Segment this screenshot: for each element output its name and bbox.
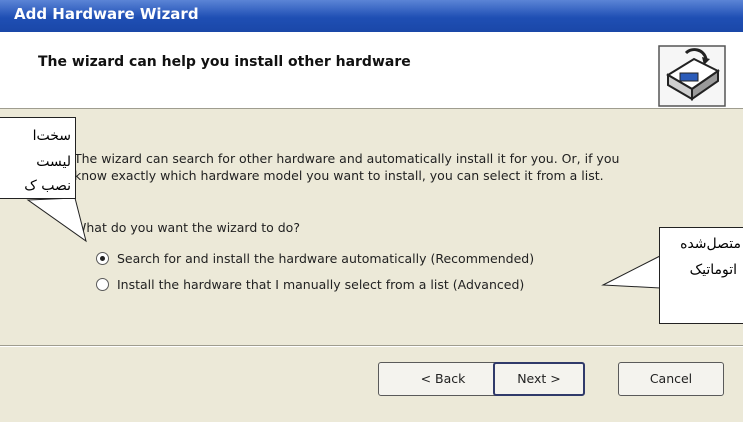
right-callout-pointer	[601, 255, 661, 289]
left-callout: سخت‌ا لیست نصب ک	[0, 117, 76, 199]
left-callout-line-1: سخت‌ا	[32, 128, 71, 144]
right-callout-line-1: متصل‌شده	[680, 236, 741, 252]
left-callout-line-3: نصب ک	[24, 178, 71, 194]
callout-pointers	[26, 197, 661, 289]
left-callout-pointer	[26, 197, 87, 243]
right-callout: متصل‌شده اتوماتیک	[659, 227, 743, 324]
right-callout-line-2: اتوماتیک	[689, 262, 737, 278]
left-callout-line-2: لیست	[36, 154, 71, 170]
